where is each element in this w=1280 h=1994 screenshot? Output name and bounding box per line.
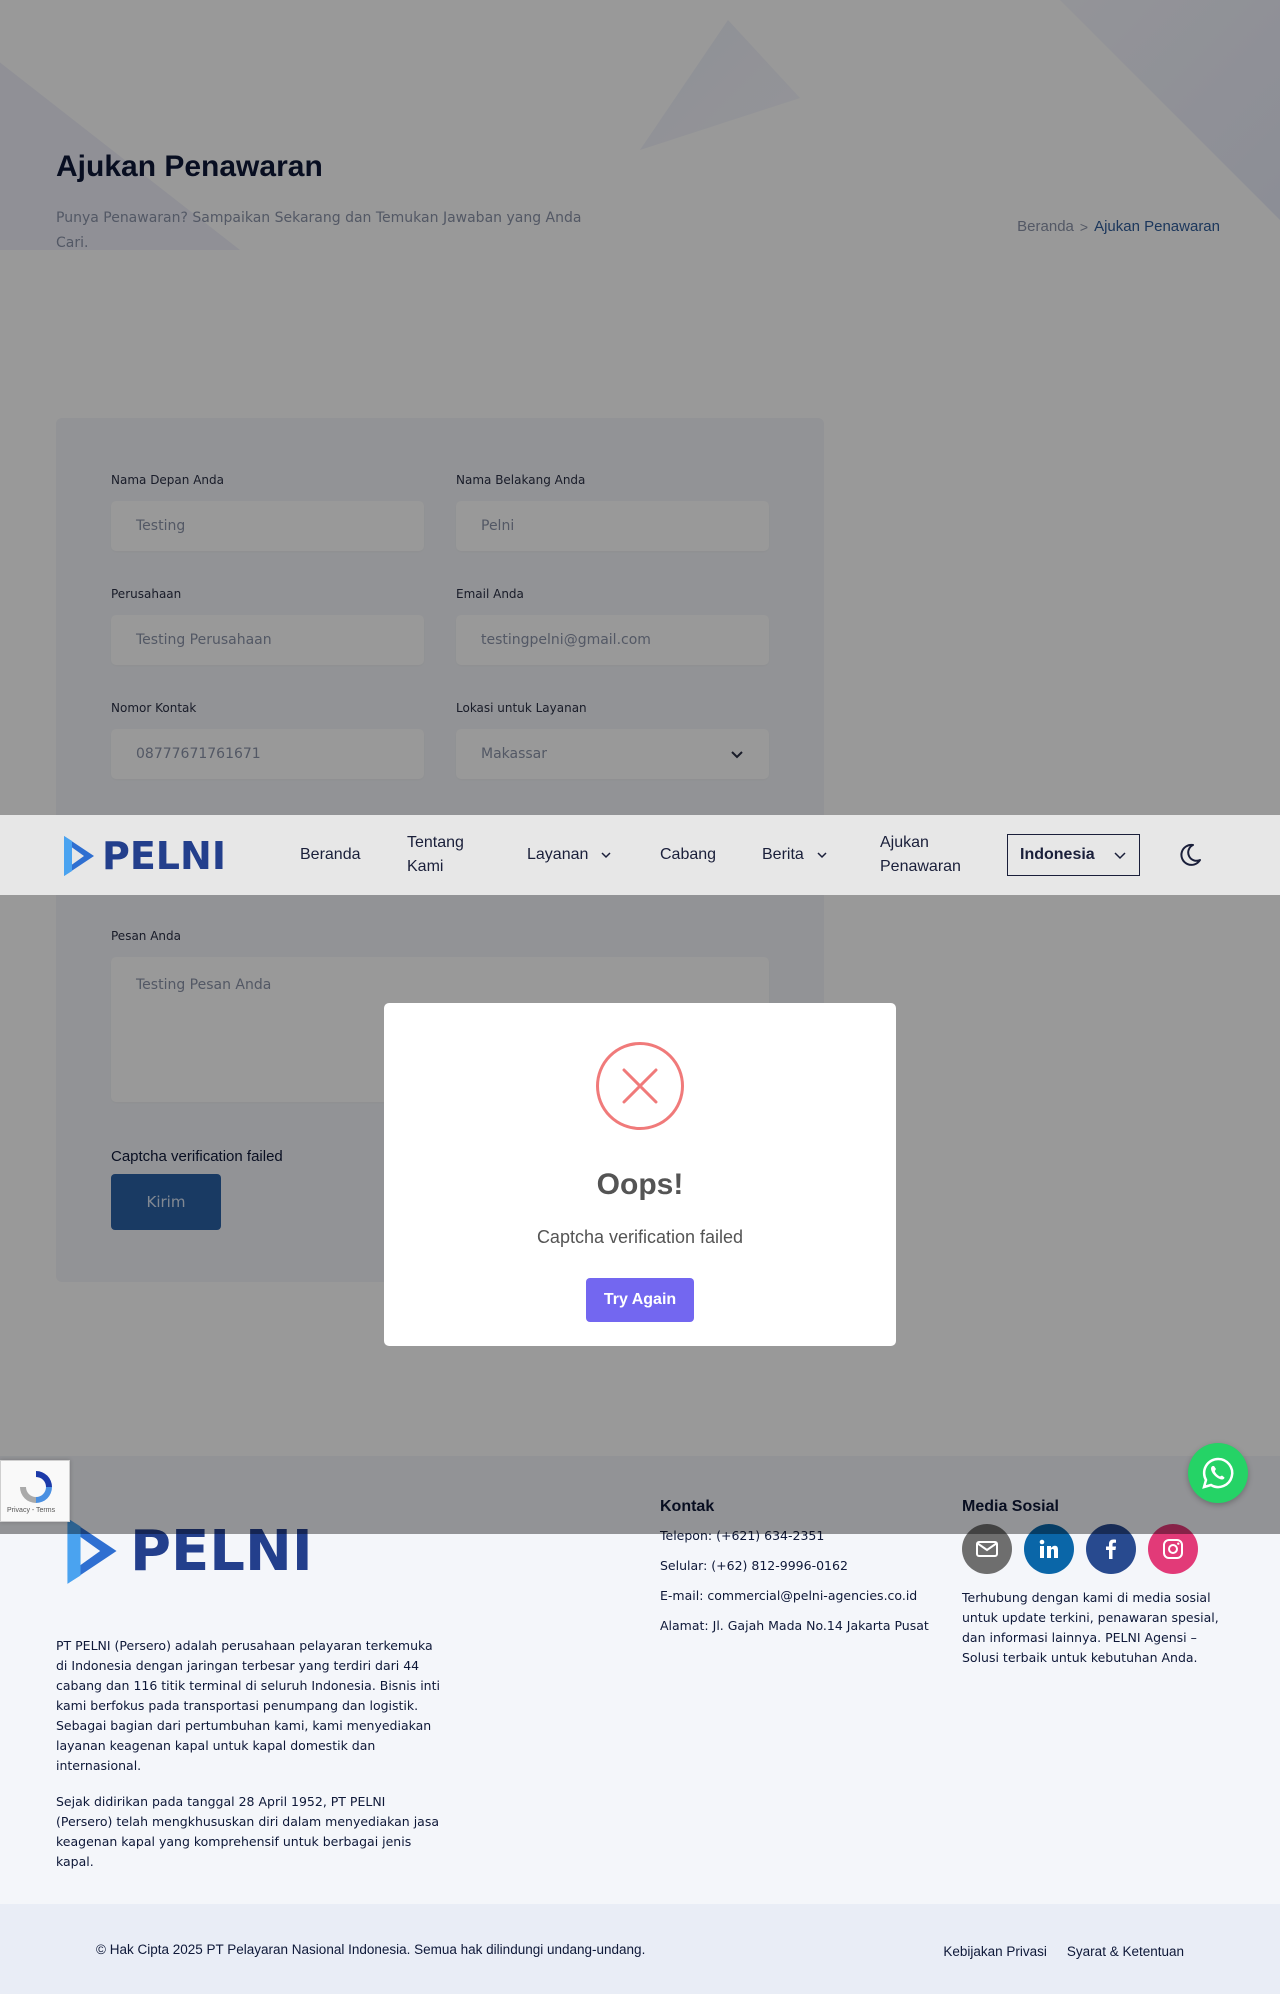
nav-item-tentang-kami[interactable]: Tentang Kami bbox=[407, 831, 487, 879]
nav-item-cabang[interactable]: Cabang bbox=[660, 843, 716, 867]
pelni-logo-icon bbox=[64, 836, 94, 876]
nav-item-label: Berita bbox=[762, 846, 804, 863]
modal-backdrop-footer bbox=[0, 1456, 1280, 1534]
contact-address: Alamat: Jl. Gajah Mada No.14 Jakarta Pus… bbox=[660, 1616, 930, 1636]
logo-text: PELNI bbox=[102, 834, 226, 878]
nav-item-label: Layanan bbox=[527, 846, 589, 863]
modal-message: Captcha verification failed bbox=[536, 1227, 744, 1247]
contact-mobile: Selular: (+62) 812-9996-0162 bbox=[660, 1556, 930, 1576]
terms-link[interactable]: Syarat & Ketentuan bbox=[1067, 1944, 1184, 1959]
nav-item-label: Tentang Kami bbox=[407, 834, 464, 875]
error-x-icon bbox=[596, 1042, 684, 1130]
modal-title: Oops! bbox=[596, 1168, 684, 1201]
contact-email-value[interactable]: commercial@pelni-agencies.co.id bbox=[707, 1586, 917, 1606]
chevron-down-icon bbox=[601, 852, 611, 859]
nav-item-label: Cabang bbox=[660, 846, 717, 863]
about-paragraph: Sejak didirikan pada tanggal 28 April 19… bbox=[56, 1794, 440, 1869]
nav-item-layanan[interactable]: Layanan bbox=[527, 843, 612, 867]
nav-item-label: Beranda bbox=[300, 846, 361, 863]
chevron-down-icon bbox=[1114, 852, 1126, 860]
error-modal: Oops! Captcha verification failed Try Ag… bbox=[384, 1003, 896, 1346]
about-paragraph: PT PELNI (Persero) adalah perusahaan pel… bbox=[56, 1638, 440, 1773]
whatsapp-icon bbox=[1202, 1457, 1234, 1489]
contact-email-label: E-mail: bbox=[660, 1588, 704, 1603]
footer-bottom-bar: © Hak Cipta 2025 PT Pelayaran Nasional I… bbox=[0, 1904, 1280, 1994]
whatsapp-button[interactable] bbox=[1188, 1443, 1248, 1503]
language-select[interactable]: Indonesia bbox=[1007, 834, 1140, 876]
recaptcha-icon bbox=[20, 1471, 52, 1503]
moon-icon[interactable] bbox=[1180, 841, 1208, 869]
recaptcha-badge[interactable]: Privacy - Terms bbox=[0, 1460, 70, 1522]
contact-address-label: Alamat: bbox=[660, 1618, 709, 1633]
try-again-button[interactable]: Try Again bbox=[586, 1278, 694, 1322]
chevron-down-icon bbox=[817, 852, 827, 859]
social-description: Terhubung dengan kami di media sosial un… bbox=[962, 1590, 1219, 1665]
nav-item-ajukan-penawaran[interactable]: Ajukan Penawaran bbox=[880, 831, 980, 879]
nav-item-label: Ajukan Penawaran bbox=[880, 834, 961, 875]
footer-about: PT PELNI (Persero) adalah perusahaan pel… bbox=[56, 1636, 441, 1872]
contact-mobile-value[interactable]: (+62) 812-9996-0162 bbox=[711, 1556, 848, 1576]
nav-item-berita[interactable]: Berita bbox=[762, 843, 828, 867]
copyright-text: © Hak Cipta 2025 PT Pelayaran Nasional I… bbox=[96, 1942, 646, 1957]
contact-mobile-label: Selular: bbox=[660, 1558, 708, 1573]
navbar-logo[interactable]: PELNI bbox=[62, 834, 226, 878]
recaptcha-privacy-terms[interactable]: Privacy - Terms bbox=[7, 1507, 55, 1514]
legal-links: Kebijakan Privasi Syarat & Ketentuan bbox=[943, 1944, 1184, 1959]
contact-email: E-mail: commercial@pelni-agencies.co.id bbox=[660, 1586, 930, 1606]
contact-list: Telepon: (+621) 634-2351 Selular: (+62) … bbox=[660, 1526, 930, 1646]
language-selected-value: Indonesia bbox=[1020, 846, 1095, 863]
nav-item-beranda[interactable]: Beranda bbox=[300, 843, 361, 867]
navbar: PELNI Beranda Tentang Kami Layanan Caban… bbox=[0, 815, 1280, 895]
privacy-policy-link[interactable]: Kebijakan Privasi bbox=[943, 1944, 1047, 1959]
contact-address-value: Jl. Gajah Mada No.14 Jakarta Pusat bbox=[712, 1618, 929, 1633]
